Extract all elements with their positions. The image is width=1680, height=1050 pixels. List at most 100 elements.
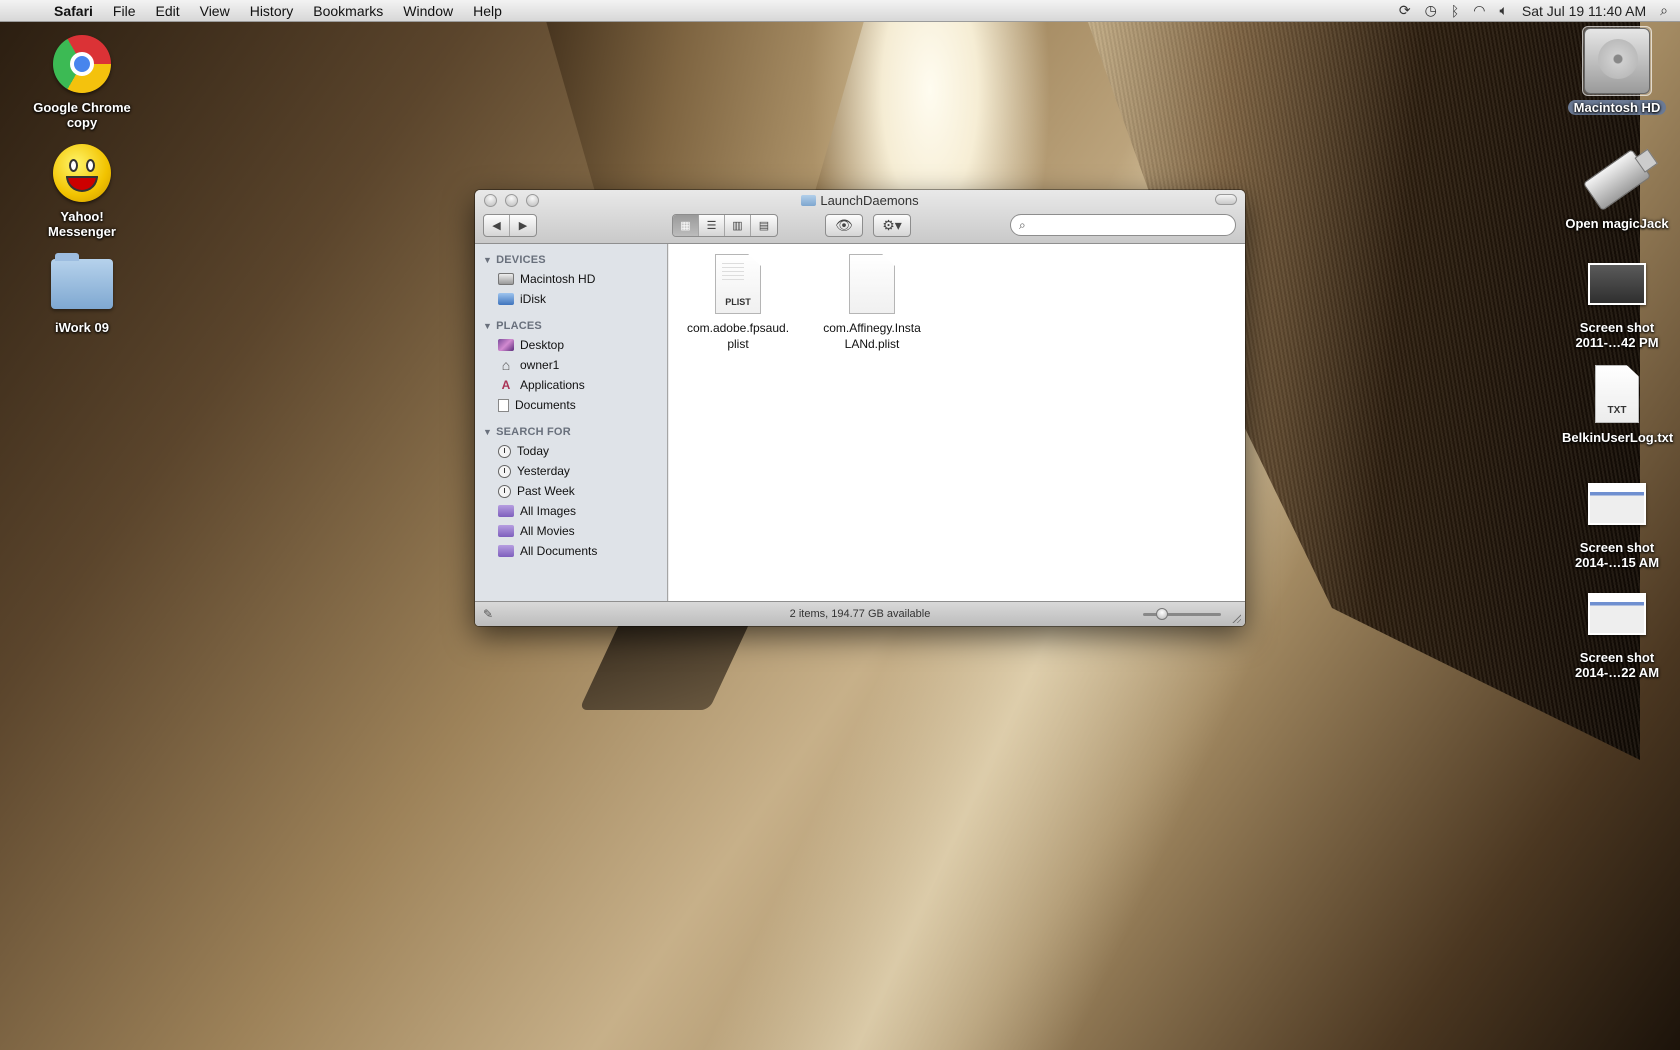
action-gear-icon[interactable]: ⚙▾ bbox=[874, 215, 910, 236]
time-machine-icon[interactable]: ◷ bbox=[1425, 2, 1437, 19]
forward-button[interactable]: ▶ bbox=[510, 215, 536, 236]
file-item-adobe-plist[interactable]: PLIST com.adobe.fpsaud. plist bbox=[675, 254, 801, 352]
sidebar-item-all-documents[interactable]: All Documents bbox=[475, 541, 667, 561]
desktop-icon-label: BelkinUserLog.txt bbox=[1562, 430, 1674, 445]
sidebar-item-label: All Images bbox=[520, 504, 577, 518]
sidebar-item-label: Macintosh HD bbox=[520, 272, 596, 286]
desktop-icon-yahoo[interactable]: Yahoo! Messenger bbox=[27, 141, 137, 239]
sidebar-item-label: owner1 bbox=[520, 358, 560, 372]
menu-edit[interactable]: Edit bbox=[145, 3, 189, 19]
file-type-badge: PLIST bbox=[725, 297, 751, 307]
sidebar-item-label: Documents bbox=[515, 398, 576, 412]
coverflow-view-button[interactable]: ▤ bbox=[751, 215, 777, 236]
file-name-line: com.adobe.fpsaud. bbox=[686, 321, 790, 335]
desktop-icon-label: Macintosh HD bbox=[1567, 100, 1667, 115]
sidebar-item-past-week[interactable]: Past Week bbox=[475, 481, 667, 501]
desktop-icon-label: Google Chrome copy bbox=[33, 100, 131, 130]
window-title-text: LaunchDaemons bbox=[820, 193, 919, 208]
sidebar-item-yesterday[interactable]: Yesterday bbox=[475, 461, 667, 481]
desktop-icon-label: iWork 09 bbox=[55, 320, 109, 335]
sidebar-item-documents[interactable]: Documents bbox=[475, 395, 667, 415]
sidebar-item-label: Today bbox=[517, 444, 550, 458]
sidebar-item-label: All Movies bbox=[520, 524, 575, 538]
desktop-icon-screenshot-2011[interactable]: Screen shot 2011-…42 PM bbox=[1562, 252, 1672, 350]
screenshot-thumb-icon bbox=[1588, 483, 1646, 525]
sidebar-item-idisk[interactable]: iDisk bbox=[475, 289, 667, 309]
search-input[interactable] bbox=[1029, 218, 1235, 232]
search-field[interactable]: ⌕ bbox=[1010, 214, 1236, 236]
wifi-icon[interactable]: ◠ bbox=[1473, 2, 1485, 19]
sidebar-item-today[interactable]: Today bbox=[475, 441, 667, 461]
volume-icon[interactable]: 🔈︎ bbox=[1499, 2, 1507, 19]
hard-drive-icon bbox=[498, 273, 514, 285]
menu-file[interactable]: File bbox=[103, 3, 146, 19]
sync-icon[interactable]: ⟳ bbox=[1399, 2, 1411, 19]
menu-history[interactable]: History bbox=[240, 3, 304, 19]
list-view-button[interactable]: ☰ bbox=[699, 215, 725, 236]
sidebar-item-label: Desktop bbox=[520, 338, 565, 352]
sidebar-item-all-images[interactable]: All Images bbox=[475, 501, 667, 521]
bluetooth-icon[interactable]: ᛒ bbox=[1451, 3, 1459, 19]
action-menu-group: ⚙▾ bbox=[873, 214, 911, 237]
desktop-icon-chrome[interactable]: Google Chrome copy bbox=[27, 32, 137, 130]
desktop-icon-screenshot-2014-a[interactable]: Screen shot 2014-…15 AM bbox=[1562, 472, 1672, 570]
clock-icon bbox=[498, 444, 511, 458]
menu-window[interactable]: Window bbox=[393, 3, 463, 19]
sidebar-header-label: SEARCH FOR bbox=[496, 426, 571, 438]
status-bar: ✎ 2 items, 194.77 GB available bbox=[475, 601, 1245, 626]
view-mode-buttons: ▦ ☰ ▥ ▤ bbox=[672, 214, 778, 237]
folder-icon bbox=[801, 195, 817, 206]
sidebar-item-macintosh-hd[interactable]: Macintosh HD bbox=[475, 269, 667, 289]
sidebar-item-applications[interactable]: A Applications bbox=[475, 375, 667, 395]
sidebar-section-search-for[interactable]: ▼ SEARCH FOR bbox=[475, 421, 667, 441]
menu-help[interactable]: Help bbox=[463, 3, 512, 19]
desktop-icon-screenshot-2014-b[interactable]: Screen shot 2014-…22 AM bbox=[1562, 582, 1672, 680]
sidebar-section-devices[interactable]: ▼ DEVICES bbox=[475, 249, 667, 269]
smart-folder-icon bbox=[498, 525, 514, 537]
window-titlebar[interactable]: LaunchDaemons ◀ ▶ ▦ ☰ ▥ ▤ 👁︎ ⚙▾ ⌕ bbox=[475, 190, 1245, 244]
smart-folder-icon bbox=[498, 505, 514, 517]
sidebar-item-desktop[interactable]: Desktop bbox=[475, 335, 667, 355]
yahoo-icon bbox=[53, 144, 111, 202]
pin-icon[interactable]: ✎ bbox=[483, 607, 493, 621]
column-view-button[interactable]: ▥ bbox=[725, 215, 751, 236]
sidebar-section-places[interactable]: ▼ PLACES bbox=[475, 315, 667, 335]
icon-view-button[interactable]: ▦ bbox=[673, 215, 699, 236]
hard-drive-icon bbox=[1584, 28, 1650, 94]
file-item-affinegy-plist[interactable]: com.Affinegy.Insta LANd.plist bbox=[809, 254, 935, 352]
desktop-icon-label: Screen shot 2011-…42 PM bbox=[1575, 320, 1659, 350]
slider-knob[interactable] bbox=[1156, 608, 1168, 620]
desktop-icon-macintosh-hd[interactable]: Macintosh HD bbox=[1562, 26, 1672, 115]
finder-window: LaunchDaemons ◀ ▶ ▦ ☰ ▥ ▤ 👁︎ ⚙▾ ⌕ ▼ DEVIC… bbox=[475, 190, 1245, 626]
sidebar-item-owner1[interactable]: ⌂ owner1 bbox=[475, 355, 667, 375]
finder-sidebar: ▼ DEVICES Macintosh HD iDisk ▼ PLACES Desk… bbox=[475, 244, 668, 601]
sidebar-item-label: Yesterday bbox=[517, 464, 570, 478]
icon-size-slider[interactable] bbox=[1143, 608, 1221, 620]
toolbar-toggle-button[interactable] bbox=[1215, 194, 1237, 205]
file-name-line: plist bbox=[727, 337, 749, 351]
file-type-badge: TXT bbox=[1607, 405, 1627, 416]
sidebar-header-label: PLACES bbox=[496, 320, 542, 332]
spotlight-search-icon[interactable]: ⌕ bbox=[1660, 2, 1668, 19]
menu-view[interactable]: View bbox=[190, 3, 240, 19]
menu-clock[interactable]: Sat Jul 19 11:40 AM bbox=[1522, 3, 1646, 19]
desktop-icon-label: Open magicJack bbox=[1565, 216, 1669, 231]
file-name-line: LANd.plist bbox=[844, 337, 900, 351]
sidebar-item-label: Applications bbox=[520, 378, 585, 392]
file-name-line: com.Affinegy.Insta bbox=[823, 321, 921, 335]
desktop-icon-iwork[interactable]: iWork 09 bbox=[27, 252, 137, 335]
quick-look-group: 👁︎ bbox=[825, 214, 863, 237]
menu-bookmarks[interactable]: Bookmarks bbox=[303, 3, 393, 19]
quick-look-eye-icon[interactable]: 👁︎ bbox=[826, 215, 862, 236]
resize-grip-icon[interactable] bbox=[1231, 613, 1241, 623]
clock-icon bbox=[498, 484, 511, 498]
finder-content-area[interactable]: PLIST com.adobe.fpsaud. plist com.Affine… bbox=[669, 244, 1245, 601]
desktop-icon-belkin-log[interactable]: TXT BelkinUserLog.txt bbox=[1562, 362, 1674, 445]
menu-app-name[interactable]: Safari bbox=[44, 3, 103, 19]
desktop-icon-label: Screen shot 2014-…15 AM bbox=[1574, 540, 1660, 570]
home-icon: ⌂ bbox=[501, 357, 511, 373]
sidebar-item-all-movies[interactable]: All Movies bbox=[475, 521, 667, 541]
back-button[interactable]: ◀ bbox=[484, 215, 510, 236]
chrome-icon bbox=[53, 35, 111, 93]
desktop-icon-magicjack[interactable]: Open magicJack bbox=[1562, 148, 1672, 231]
